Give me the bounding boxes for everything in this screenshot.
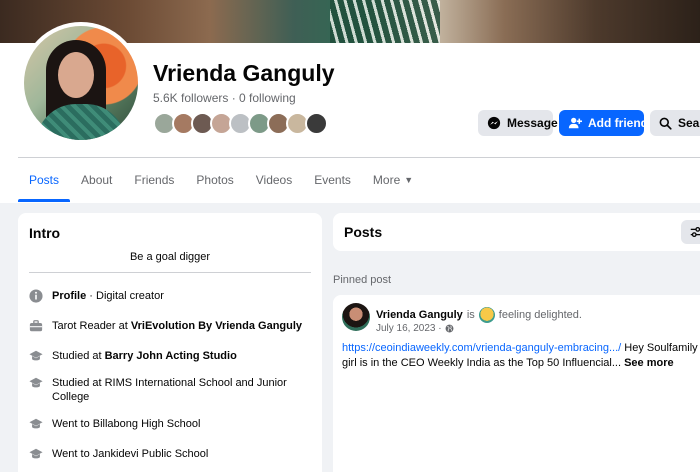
post-meta: July 16, 2023 · xyxy=(376,323,454,334)
intro-item-bold[interactable]: Profile xyxy=(52,290,86,302)
intro-card: Intro Be a goal digger Profile · Digital… xyxy=(18,213,322,472)
intro-item-education: Went to Billabong High School xyxy=(29,417,304,431)
search-button[interactable]: Search xyxy=(650,110,700,136)
cover-photo-detail xyxy=(330,0,440,43)
intro-item-text: Tarot Reader at xyxy=(52,320,131,332)
mutual-friends-avatars[interactable] xyxy=(153,112,328,135)
intro-item-bold[interactable]: Barry John Acting Studio xyxy=(105,350,237,362)
tab-photos[interactable]: Photos xyxy=(185,158,244,202)
posts-title: Posts xyxy=(344,224,383,240)
tab-videos[interactable]: Videos xyxy=(245,158,303,202)
graduation-cap-icon xyxy=(29,377,43,388)
messenger-icon xyxy=(487,116,501,130)
info-icon xyxy=(29,289,43,303)
filter-sliders-icon xyxy=(690,226,700,238)
add-friend-icon xyxy=(568,117,582,129)
profile-picture[interactable] xyxy=(20,22,142,144)
follow-stats[interactable]: 5.6K followers · 0 following xyxy=(153,91,296,105)
tab-label: Events xyxy=(314,173,351,187)
tab-posts[interactable]: Posts xyxy=(18,158,71,202)
profile-name: Vrienda Ganguly xyxy=(153,60,335,86)
profile-tabs: Posts About Friends Photos Videos Events… xyxy=(18,158,424,202)
feeling-emoji-icon xyxy=(478,307,495,323)
intro-item-text: · Digital creator xyxy=(86,290,164,302)
add-friend-label: Add friend xyxy=(588,116,648,130)
tab-events[interactable]: Events xyxy=(303,158,362,202)
add-friend-button[interactable]: Add friend xyxy=(559,110,648,136)
caret-down-icon: ▼ xyxy=(404,175,414,185)
tab-friends[interactable]: Friends xyxy=(123,158,185,202)
post-is-text: is xyxy=(466,309,475,321)
intro-item-text[interactable]: Went to Billabong High School xyxy=(52,417,200,431)
profile-picture-image xyxy=(24,26,138,140)
tab-label: Posts xyxy=(29,173,60,187)
graduation-cap-icon xyxy=(29,418,43,429)
pinned-post-label: Pinned post xyxy=(333,274,392,286)
post-header: Vrienda Ganguly is feeling delighted. xyxy=(376,307,582,323)
intro-item-text[interactable]: Went to Jankidevi Public School xyxy=(52,447,208,461)
intro-item-work: Tarot Reader at VriEvolution By Vrienda … xyxy=(29,319,304,333)
tab-about[interactable]: About xyxy=(70,158,123,202)
message-button-label: Message xyxy=(507,116,558,130)
intro-item-education: Studied at RIMS International School and… xyxy=(29,376,304,404)
post-author-name[interactable]: Vrienda Ganguly xyxy=(376,309,463,321)
see-more-link[interactable]: See more xyxy=(624,357,674,369)
filters-button[interactable] xyxy=(681,220,700,244)
tab-label: More xyxy=(372,173,401,187)
tab-label: Friends xyxy=(134,173,175,187)
briefcase-icon xyxy=(29,320,43,332)
post-body: https://ceoindiaweekly.com/vrienda-gangu… xyxy=(342,341,700,371)
friend-avatar[interactable] xyxy=(305,112,328,135)
intro-item-text: Studied at xyxy=(52,350,105,362)
post-author-avatar[interactable] xyxy=(342,303,370,331)
intro-item-bold[interactable]: VriEvolution By Vrienda Ganguly xyxy=(131,320,302,332)
posts-header-card: Posts xyxy=(333,213,700,251)
search-icon xyxy=(659,117,672,130)
intro-item-education: Studied at Barry John Acting Studio xyxy=(29,349,304,363)
intro-item-text[interactable]: Studied at RIMS International School and… xyxy=(52,376,304,404)
intro-item-profile: Profile · Digital creator xyxy=(29,289,304,303)
intro-item-education: Went to Jankidevi Public School xyxy=(29,447,304,461)
graduation-cap-icon xyxy=(29,448,43,459)
search-button-label: Search xyxy=(678,116,700,130)
post-text: Hey Soulfamily xyxy=(621,342,698,354)
pinned-post-card: Vrienda Ganguly is feeling delighted. Ju… xyxy=(333,295,700,472)
tab-label: Videos xyxy=(255,173,293,187)
post-text-line2: girl is in the CEO Weekly India as the T… xyxy=(342,357,625,369)
tab-label: Photos xyxy=(196,173,234,187)
message-button[interactable]: Message xyxy=(478,110,558,136)
intro-title: Intro xyxy=(29,225,61,241)
graduation-cap-icon xyxy=(29,350,43,361)
intro-divider xyxy=(29,272,311,273)
post-feeling: feeling delighted. xyxy=(498,309,582,321)
post-date[interactable]: July 16, 2023 · xyxy=(376,323,442,334)
tab-more[interactable]: More ▼ xyxy=(362,158,424,202)
intro-bio: Be a goal digger xyxy=(129,251,211,263)
tab-label: About xyxy=(81,173,113,187)
globe-icon xyxy=(445,324,454,333)
post-link[interactable]: https://ceoindiaweekly.com/vrienda-gangu… xyxy=(342,342,621,354)
